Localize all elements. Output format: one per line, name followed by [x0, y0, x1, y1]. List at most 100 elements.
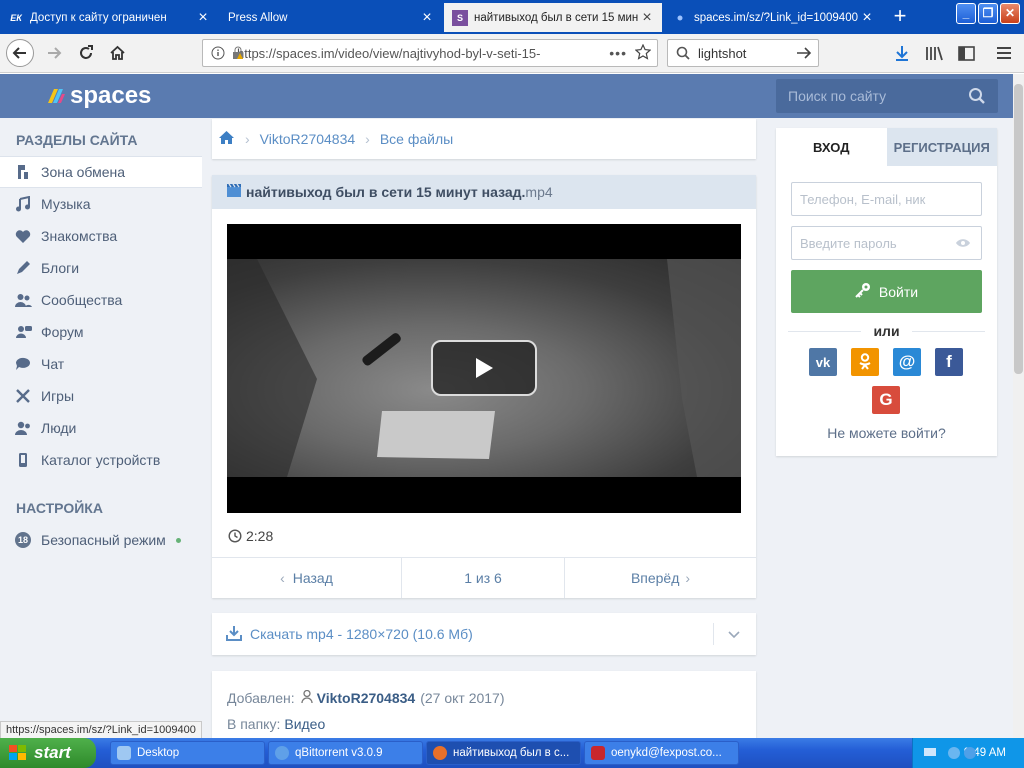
age-badge: 18	[15, 532, 31, 548]
page-actions-icon[interactable]: •••	[609, 45, 627, 61]
search-box[interactable]: lightshot	[667, 39, 819, 67]
odnoklassniki-login-button[interactable]	[851, 348, 879, 376]
uploader-link[interactable]: ViktoR2704834	[317, 690, 416, 706]
back-button[interactable]	[6, 39, 34, 67]
library-button[interactable]	[920, 39, 948, 67]
password-field[interactable]: Введите пароль	[791, 226, 982, 260]
mailru-login-button[interactable]: @	[893, 348, 921, 376]
sidebar-item-music[interactable]: Музыка	[0, 188, 202, 220]
search-input[interactable]: lightshot	[698, 46, 796, 61]
age-badge-icon: 18	[14, 532, 32, 548]
taskbar-label: найтивыход был в с...	[453, 747, 570, 759]
tab-label: Press Allow	[228, 11, 288, 24]
volume-icon[interactable]	[963, 746, 977, 763]
menu-button[interactable]	[990, 39, 1018, 67]
taskbar-firefox[interactable]: найтивыход был в с...	[426, 741, 581, 765]
sidebar-item-people[interactable]: Люди	[0, 412, 202, 444]
users-icon	[14, 421, 32, 436]
home-button[interactable]	[103, 39, 131, 67]
sidebar-item-exchange[interactable]: Зона обмена	[0, 156, 202, 188]
logo-text: spaces	[70, 82, 152, 109]
login-tabs: ВХОД РЕГИСТРАЦИЯ	[776, 128, 997, 166]
login-button[interactable]: Войти	[791, 270, 982, 313]
spaces-favicon: S	[452, 9, 468, 26]
download-bar: Скачать mp4 - 1280×720 (10.6 Мб)	[212, 613, 756, 655]
info-icon[interactable]	[211, 46, 225, 63]
start-button[interactable]: start	[0, 738, 96, 768]
page-indicator: 1 из 6	[402, 558, 565, 598]
vertical-scrollbar[interactable]	[1013, 74, 1024, 738]
taskbar-filezilla[interactable]: oenykd@fexpost.co...	[584, 741, 739, 765]
breadcrumb-user-link[interactable]: ViktoR2704834	[260, 131, 355, 147]
sidebar-item-label: Каталог устройств	[41, 452, 161, 468]
address-bar[interactable]: https://spaces.im/video/view/najtivyhod-…	[202, 39, 658, 67]
taskbar-label: Desktop	[137, 747, 180, 759]
chevron-down-icon[interactable]	[728, 626, 740, 642]
keyboard-icon[interactable]	[923, 746, 937, 761]
sidebar-item-chat[interactable]: Чат	[0, 348, 202, 380]
close-icon[interactable]: ×	[420, 9, 434, 25]
maximize-button[interactable]: ❐	[978, 3, 998, 24]
chat-icon	[14, 357, 32, 372]
sidebar-section-title: РАЗДЕЛЫ САЙТА	[16, 132, 138, 148]
odnoklassniki-icon	[859, 353, 871, 370]
sidebar-item-device-catalog[interactable]: Каталог устройств	[0, 444, 202, 476]
firefox-icon	[433, 746, 447, 760]
sidebar-item-games[interactable]: Игры	[0, 380, 202, 412]
google-login-button[interactable]: G	[872, 386, 900, 414]
exchange-icon	[14, 164, 32, 180]
sidebar-item-forum[interactable]: Форум	[0, 316, 202, 348]
network-icon[interactable]	[947, 746, 961, 763]
file-card: найтивыход был в сети 15 минут назад. mp4…	[212, 175, 756, 598]
eye-icon[interactable]	[955, 236, 971, 251]
tab-spaces-link[interactable]: spaces.im/sz/?Link_id=1009400 ×	[664, 3, 882, 32]
browser-tab-strip: ЕК Доступ к сайту ограничен × Press Allo…	[0, 0, 1024, 34]
close-icon[interactable]: ×	[860, 9, 874, 25]
video-player[interactable]	[227, 224, 741, 513]
user-icon	[300, 689, 313, 706]
tab-video-active[interactable]: S найтивыход был в сети 15 мин ×	[444, 3, 662, 32]
status-url-tooltip: https://spaces.im/sz/?Link_id=1009400	[0, 721, 202, 739]
minimize-button[interactable]: _	[956, 3, 976, 24]
tab-press-allow[interactable]: Press Allow ×	[220, 3, 442, 32]
download-link[interactable]: Скачать mp4 - 1280×720 (10.6 Мб)	[250, 626, 713, 642]
reload-button[interactable]	[72, 39, 100, 67]
next-button[interactable]: Вперёд ›	[565, 558, 756, 598]
site-search-input[interactable]: Поиск по сайту	[776, 79, 998, 113]
forward-button[interactable]	[40, 39, 68, 67]
divider	[911, 330, 986, 332]
chevron-left-icon: ‹	[280, 570, 285, 586]
sidebar-toggle-button[interactable]	[952, 39, 980, 67]
close-window-button[interactable]: ✕	[1000, 3, 1020, 24]
spaces-logo[interactable]: spaces	[46, 82, 151, 110]
key-icon	[855, 282, 871, 301]
tab-login[interactable]: ВХОД	[776, 128, 887, 166]
tab-access-restricted[interactable]: ЕК Доступ к сайту ограничен ×	[0, 3, 218, 32]
system-tray: 9:49 AM	[912, 738, 1024, 768]
taskbar-desktop[interactable]: Desktop	[110, 741, 265, 765]
tab-register[interactable]: РЕГИСТРАЦИЯ	[886, 128, 997, 166]
vk-login-button[interactable]: vk	[809, 348, 837, 376]
play-button[interactable]	[431, 340, 537, 396]
sidebar-item-label: Чат	[41, 356, 65, 372]
facebook-login-button[interactable]: f	[935, 348, 963, 376]
sidebar-item-communities[interactable]: Сообщества	[0, 284, 202, 316]
downloads-button[interactable]	[888, 39, 916, 67]
bookmark-star-icon[interactable]	[634, 43, 652, 63]
scrollbar-thumb[interactable]	[1014, 84, 1023, 374]
folder-link[interactable]: Видео	[284, 716, 325, 732]
cant-login-link[interactable]: Не можете войти?	[776, 425, 997, 441]
taskbar-qbittorrent[interactable]: qBittorrent v3.0.9	[268, 741, 423, 765]
new-tab-button[interactable]: +	[886, 4, 914, 30]
breadcrumb-files-link[interactable]: Все файлы	[380, 131, 453, 147]
login-field[interactable]: Телефон, E-mail, ник	[791, 182, 982, 216]
prev-button[interactable]: ‹ Назад	[212, 558, 402, 598]
sidebar-item-blogs[interactable]: Блоги	[0, 252, 202, 284]
close-icon[interactable]: ×	[196, 9, 210, 25]
sidebar-item-dating[interactable]: Знакомства	[0, 220, 202, 252]
breadcrumb: › ViktoR2704834 › Все файлы	[212, 119, 756, 159]
sidebar-item-safe-mode[interactable]: 18 Безопасный режим	[0, 524, 202, 556]
pencil-icon	[14, 260, 32, 276]
home-icon[interactable]	[218, 130, 235, 148]
close-icon[interactable]: ×	[640, 9, 654, 25]
